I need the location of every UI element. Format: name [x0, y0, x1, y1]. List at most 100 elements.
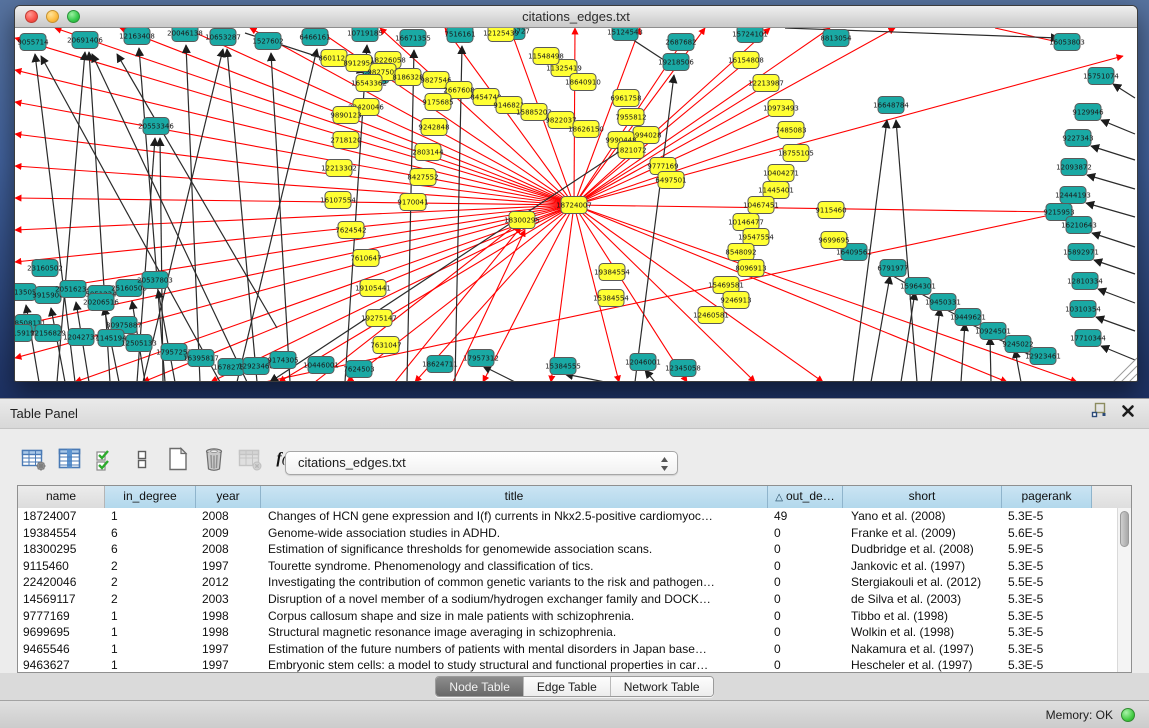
graph-node[interactable]: 2718120 — [330, 132, 361, 149]
graph-edge[interactable] — [1098, 289, 1135, 303]
graph-node[interactable]: 12460581 — [693, 307, 729, 324]
graph-node[interactable]: 18624711 — [422, 356, 458, 373]
table-cell[interactable]: 6 — [105, 541, 196, 558]
float-panel-icon[interactable] — [1091, 399, 1107, 429]
graph-node[interactable]: 12046001 — [625, 354, 661, 371]
resize-grip[interactable] — [1113, 358, 1137, 381]
graph-node[interactable]: 7624503 — [343, 361, 374, 378]
graph-node[interactable]: 16107554 — [320, 192, 356, 209]
graph-edge[interactable] — [1091, 146, 1135, 160]
graph-node[interactable]: 16648784 — [873, 97, 909, 114]
table-cell[interactable]: 0 — [768, 525, 843, 542]
table-cell[interactable]: 18724007 — [18, 508, 105, 525]
table-cell[interactable]: Genome-wide association studies in ADHD. — [261, 525, 768, 542]
graph-edge[interactable] — [990, 337, 991, 381]
graph-node[interactable]: 19275147 — [361, 310, 397, 327]
create-column-icon[interactable] — [164, 445, 191, 472]
table-cell[interactable]: 5.3E-5 — [1002, 608, 1092, 625]
graph-node[interactable]: 10467451 — [743, 197, 779, 214]
graph-node[interactable]: 6791977 — [877, 260, 908, 277]
table-row[interactable]: 911546021997Tourette syndrome. Phenomeno… — [18, 558, 1131, 575]
graph-node[interactable]: 16210643 — [1061, 217, 1097, 234]
table-cell[interactable]: Tibbo et al. (1998) — [843, 608, 1002, 625]
table-cell[interactable]: Yano et al. (2008) — [843, 508, 1002, 525]
graph-node[interactable]: 18755105 — [778, 145, 814, 162]
graph-node[interactable]: 17957312 — [463, 350, 499, 367]
table-cell[interactable]: 2 — [105, 591, 196, 608]
graph-edge[interactable] — [186, 45, 200, 381]
tab-node-table[interactable]: Node Table — [436, 677, 524, 696]
graph-node[interactable]: 16053803 — [1049, 34, 1085, 51]
table-cell[interactable]: 0 — [768, 541, 843, 558]
column-header-out_de[interactable]: △out_de… — [768, 486, 843, 508]
table-cell[interactable]: 1 — [105, 624, 196, 641]
graph-node[interactable]: 12444193 — [1055, 187, 1091, 204]
graph-node[interactable]: 9242848 — [418, 119, 449, 136]
graph-edge[interactable] — [407, 50, 414, 381]
column-header-year[interactable]: year — [196, 486, 261, 508]
table-cell[interactable]: 2 — [105, 574, 196, 591]
graph-node[interactable]: 15964301 — [900, 278, 936, 295]
graph-node[interactable]: 12093872 — [1056, 159, 1092, 176]
table-row[interactable]: 977716911998Corpus callosum shape and si… — [18, 608, 1131, 625]
scrollbar-thumb[interactable] — [1120, 511, 1129, 547]
table-cell[interactable]: 5.9E-5 — [1002, 541, 1092, 558]
graph-edge[interactable] — [645, 370, 655, 381]
graph-edge[interactable] — [271, 53, 290, 381]
table-cell[interactable]: Estimation of the future numbers of pati… — [261, 641, 768, 658]
graph-node[interactable]: 7485083 — [775, 122, 806, 139]
table-cell[interactable]: 9699695 — [18, 624, 105, 641]
graph-node[interactable]: 19449621 — [950, 309, 986, 326]
graph-edge[interactable] — [237, 49, 317, 381]
graph-node[interactable]: 20691406 — [67, 32, 103, 49]
graph-node[interactable]: 10653287 — [205, 29, 241, 46]
table-cell[interactable]: Embryonic stem cells: a model to study s… — [261, 657, 768, 673]
graph-node[interactable]: 19218506 — [658, 54, 694, 71]
graph-edge[interactable] — [565, 374, 605, 381]
table-cell[interactable]: Estimation of significance thresholds fo… — [261, 541, 768, 558]
table-row[interactable]: 946554611997Estimation of the future num… — [18, 641, 1131, 658]
graph-node[interactable]: 19105441 — [355, 280, 391, 297]
table-cell[interactable]: 22420046 — [18, 574, 105, 591]
graph-node[interactable]: 15384554 — [593, 290, 629, 307]
graph-node[interactable]: 8813054 — [820, 30, 852, 47]
table-cell[interactable]: Tourette syndrome. Phenomenology and cla… — [261, 558, 768, 575]
selection-mode-icon[interactable] — [92, 445, 119, 472]
table-cell[interactable]: Disruption of a novel member of a sodium… — [261, 591, 768, 608]
memory-indicator[interactable] — [1121, 708, 1135, 722]
table-cell[interactable]: 2008 — [196, 508, 261, 525]
table-cell[interactable]: Hescheler et al. (1997) — [843, 657, 1002, 673]
graph-edge[interactable] — [1113, 84, 1135, 98]
table-cell[interactable]: 1 — [105, 657, 196, 673]
graph-node[interactable]: 7610647 — [350, 250, 381, 267]
graph-node[interactable]: 9055714 — [17, 34, 49, 51]
table-cell[interactable]: 9463627 — [18, 657, 105, 673]
table-cell[interactable]: 1 — [105, 608, 196, 625]
graph-node[interactable]: 18640910 — [565, 74, 601, 91]
graph-node[interactable]: 18626150 — [568, 121, 604, 138]
table-cell[interactable]: 5.3E-5 — [1002, 591, 1092, 608]
table-cell[interactable]: 18300295 — [18, 541, 105, 558]
graph-edge[interactable] — [871, 276, 890, 381]
table-cell[interactable]: Franke et al. (2009) — [843, 525, 1002, 542]
graph-edge[interactable] — [15, 205, 574, 294]
table-cell[interactable]: 5.3E-5 — [1002, 558, 1092, 575]
graph-edge[interactable] — [961, 323, 965, 381]
graph-node[interactable]: 1821072 — [615, 142, 646, 159]
graph-node[interactable]: 19547554 — [738, 229, 774, 246]
table-row[interactable]: 969969511998Structural magnetic resonanc… — [18, 624, 1131, 641]
table-cell[interactable]: 9465546 — [18, 641, 105, 658]
table-cell[interactable]: 1997 — [196, 641, 261, 658]
graph-edge[interactable] — [896, 120, 917, 381]
table-cell[interactable]: 0 — [768, 608, 843, 625]
table-cell[interactable]: 0 — [768, 558, 843, 575]
table-cell[interactable]: 19384554 — [18, 525, 105, 542]
delete-column-icon[interactable] — [200, 445, 227, 472]
show-columns-icon[interactable] — [56, 445, 83, 472]
table-cell[interactable]: 5.3E-5 — [1002, 641, 1092, 658]
column-header-in_degree[interactable]: in_degree — [105, 486, 196, 508]
graph-node[interactable]: 9129946 — [1072, 104, 1104, 121]
close-panel-icon[interactable] — [1121, 399, 1135, 429]
graph-node[interactable]: 2803144 — [412, 144, 444, 161]
graph-node[interactable]: 7624542 — [335, 222, 366, 239]
